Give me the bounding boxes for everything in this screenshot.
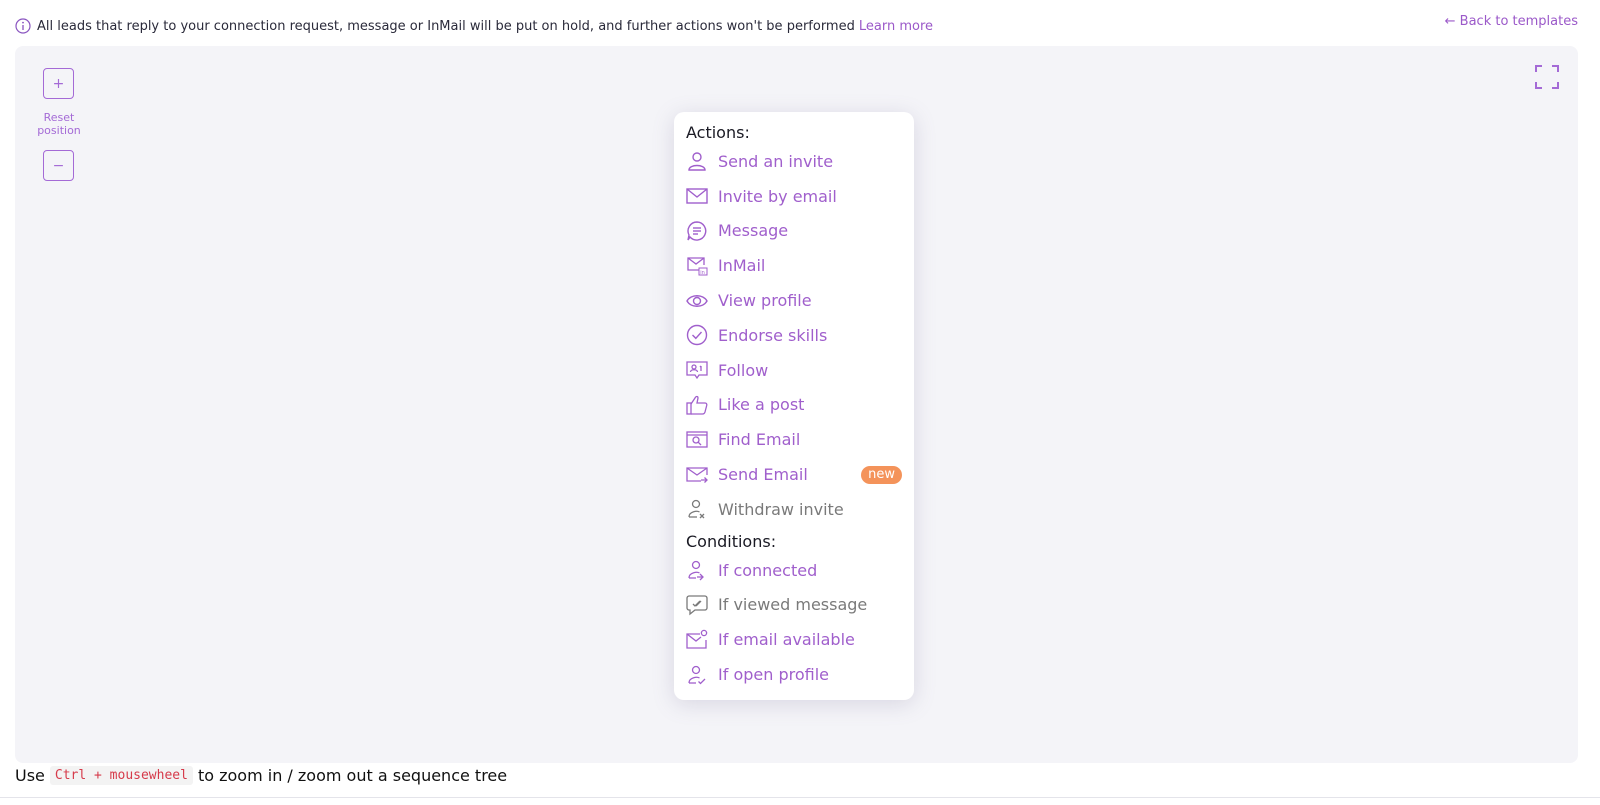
zoom-in-button[interactable]: + (43, 68, 74, 99)
zoom-hint: Use Ctrl + mousewheel to zoom in / zoom … (15, 766, 507, 785)
info-icon (15, 18, 31, 34)
conditions-title: Conditions: (686, 531, 777, 551)
menu-item-label: Message (718, 221, 789, 241)
actions-title: Actions: (686, 123, 750, 142)
new-badge: new (861, 465, 902, 484)
check-circle-icon (686, 324, 708, 346)
divider (0, 797, 1600, 798)
fullscreen-icon[interactable] (1534, 64, 1560, 90)
person-check-icon (686, 664, 708, 686)
chat-icon (686, 220, 708, 242)
menu-item-send-email[interactable]: Send Email new (686, 457, 902, 492)
envelope-icon (686, 185, 708, 207)
follow-icon (686, 359, 708, 381)
menu-item-label: If open profile (718, 665, 829, 685)
menu-item-view-profile[interactable]: View profile (686, 283, 902, 318)
menu-item-inmail[interactable]: in InMail (686, 248, 902, 283)
person-icon (686, 150, 708, 172)
menu-item-label: Send an invite (718, 151, 834, 171)
menu-item-label: View profile (718, 291, 812, 311)
back-to-templates-link[interactable]: ← Back to templates (1445, 14, 1578, 29)
learn-more-link[interactable]: Learn more (859, 19, 933, 34)
menu-item-label: Like a post (718, 395, 805, 415)
menu-item-endorse-skills[interactable]: Endorse skills (686, 318, 902, 353)
inmail-icon: in (686, 255, 708, 277)
reset-position-button[interactable]: Reset position (29, 111, 89, 137)
menu-item-like-post[interactable]: Like a post (686, 388, 902, 423)
menu-item-message[interactable]: Message (686, 214, 902, 249)
banner-text: All leads that reply to your connection … (37, 18, 855, 34)
menu-item-if-connected[interactable]: If connected (686, 553, 902, 588)
menu-item-label: Endorse skills (718, 325, 828, 345)
menu-item-label: If email available (718, 630, 855, 650)
eye-icon (686, 290, 708, 312)
zoom-out-button[interactable]: − (43, 150, 74, 181)
menu-item-send-invite[interactable]: Send an invite (686, 144, 902, 179)
keyboard-shortcut: Ctrl + mousewheel (49, 766, 193, 785)
step-type-menu: Actions: Send an invite Invite by email … (674, 112, 914, 700)
email-dot-icon (686, 629, 708, 651)
menu-item-if-email-available[interactable]: If email available (686, 622, 902, 657)
hint-prefix: Use (15, 766, 45, 785)
menu-item-if-open-profile[interactable]: If open profile (686, 657, 902, 692)
menu-item-if-viewed-message[interactable]: If viewed message (686, 588, 902, 623)
menu-item-invite-by-email[interactable]: Invite by email (686, 179, 902, 214)
menu-item-label: Withdraw invite (718, 499, 844, 519)
menu-item-label: Invite by email (718, 186, 837, 206)
menu-item-label: If viewed message (718, 595, 868, 615)
menu-item-label: Send Email (718, 465, 808, 485)
menu-item-label: Find Email (718, 430, 801, 450)
svg-text:in: in (700, 270, 705, 276)
menu-item-label: If connected (718, 560, 818, 580)
hint-suffix: to zoom in / zoom out a sequence tree (197, 766, 508, 785)
send-email-icon (686, 464, 708, 486)
withdraw-person-icon (686, 498, 708, 520)
thumbs-up-icon (686, 394, 708, 416)
menu-item-label: InMail (718, 256, 766, 276)
person-link-icon (686, 559, 708, 581)
menu-item-follow[interactable]: Follow (686, 353, 902, 388)
viewed-message-icon (686, 594, 708, 616)
info-banner: All leads that reply to your connection … (15, 14, 933, 38)
find-email-icon (686, 429, 708, 451)
menu-item-withdraw-invite[interactable]: Withdraw invite (686, 492, 902, 527)
menu-item-label: Follow (718, 360, 769, 380)
sequence-canvas[interactable]: + Reset position − Actions: Send an invi… (15, 46, 1578, 763)
menu-item-find-email[interactable]: Find Email (686, 422, 902, 457)
